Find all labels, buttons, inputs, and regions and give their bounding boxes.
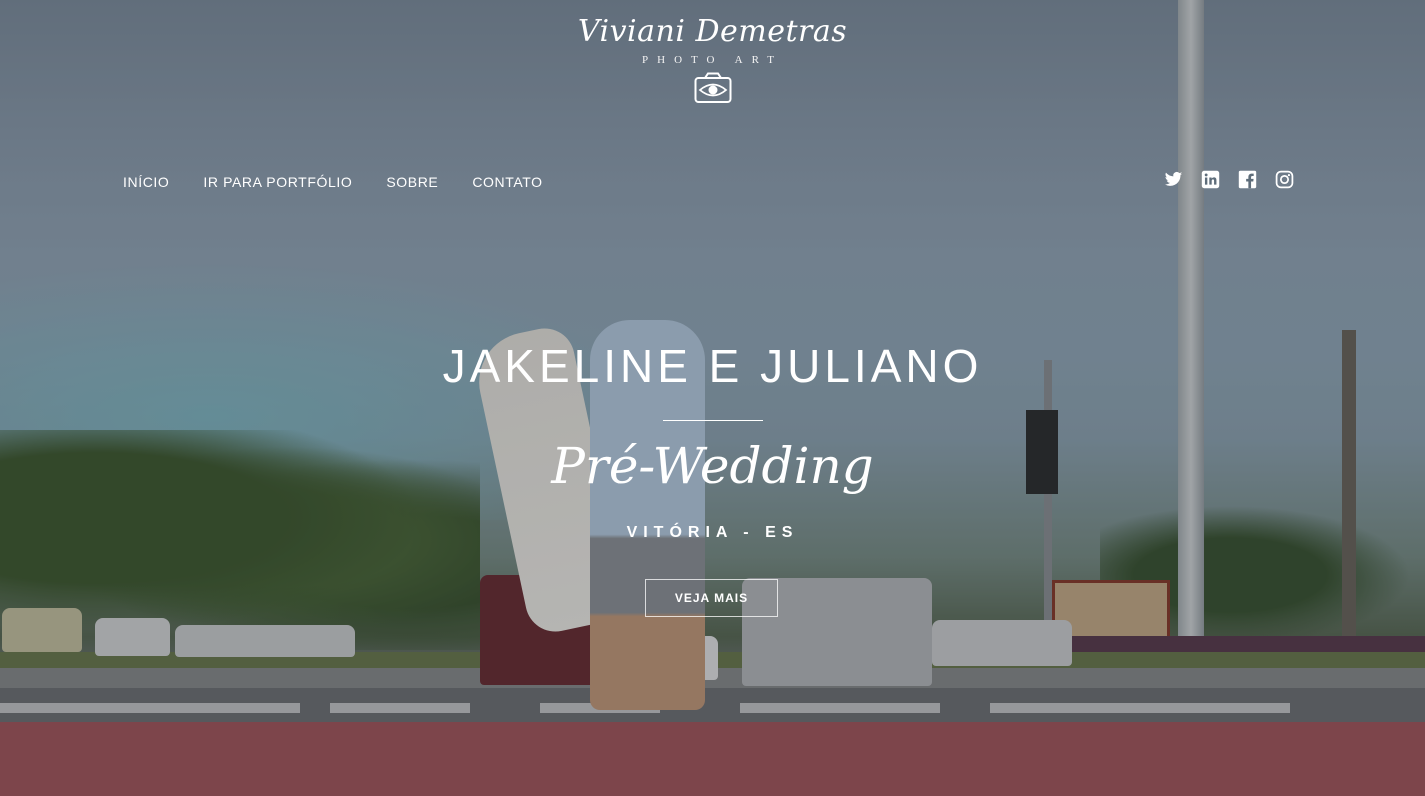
- nav-item-sobre[interactable]: SOBRE: [386, 171, 438, 193]
- hero-subtitle: Pré-Wedding: [551, 437, 874, 495]
- instagram-icon[interactable]: [1275, 170, 1294, 189]
- brand-tagline: PHOTO ART: [642, 54, 783, 66]
- linkedin-icon[interactable]: [1201, 170, 1220, 189]
- twitter-icon[interactable]: [1164, 170, 1183, 189]
- hero-title: JAKELINE E JULIANO: [442, 340, 983, 392]
- nav-item-contato[interactable]: CONTATO: [472, 171, 542, 193]
- facebook-icon[interactable]: [1238, 170, 1257, 189]
- hero-location: VITÓRIA - ES: [626, 524, 799, 541]
- camera-eye-icon: [694, 72, 731, 103]
- main-navigation: INÍCIO IR PARA PORTFÓLIO SOBRE CONTATO: [123, 171, 543, 193]
- social-links: [1164, 170, 1294, 189]
- nav-item-inicio[interactable]: INÍCIO: [123, 171, 169, 193]
- brand-name: Viviani Demetras: [577, 14, 848, 49]
- title-divider: [663, 420, 763, 421]
- nav-item-portfolio[interactable]: IR PARA PORTFÓLIO: [203, 171, 352, 193]
- hero-background-photo: [0, 0, 1425, 796]
- brand-logo[interactable]: Viviani Demetras PHOTO ART: [560, 12, 865, 104]
- veja-mais-button[interactable]: VEJA MAIS: [645, 579, 778, 617]
